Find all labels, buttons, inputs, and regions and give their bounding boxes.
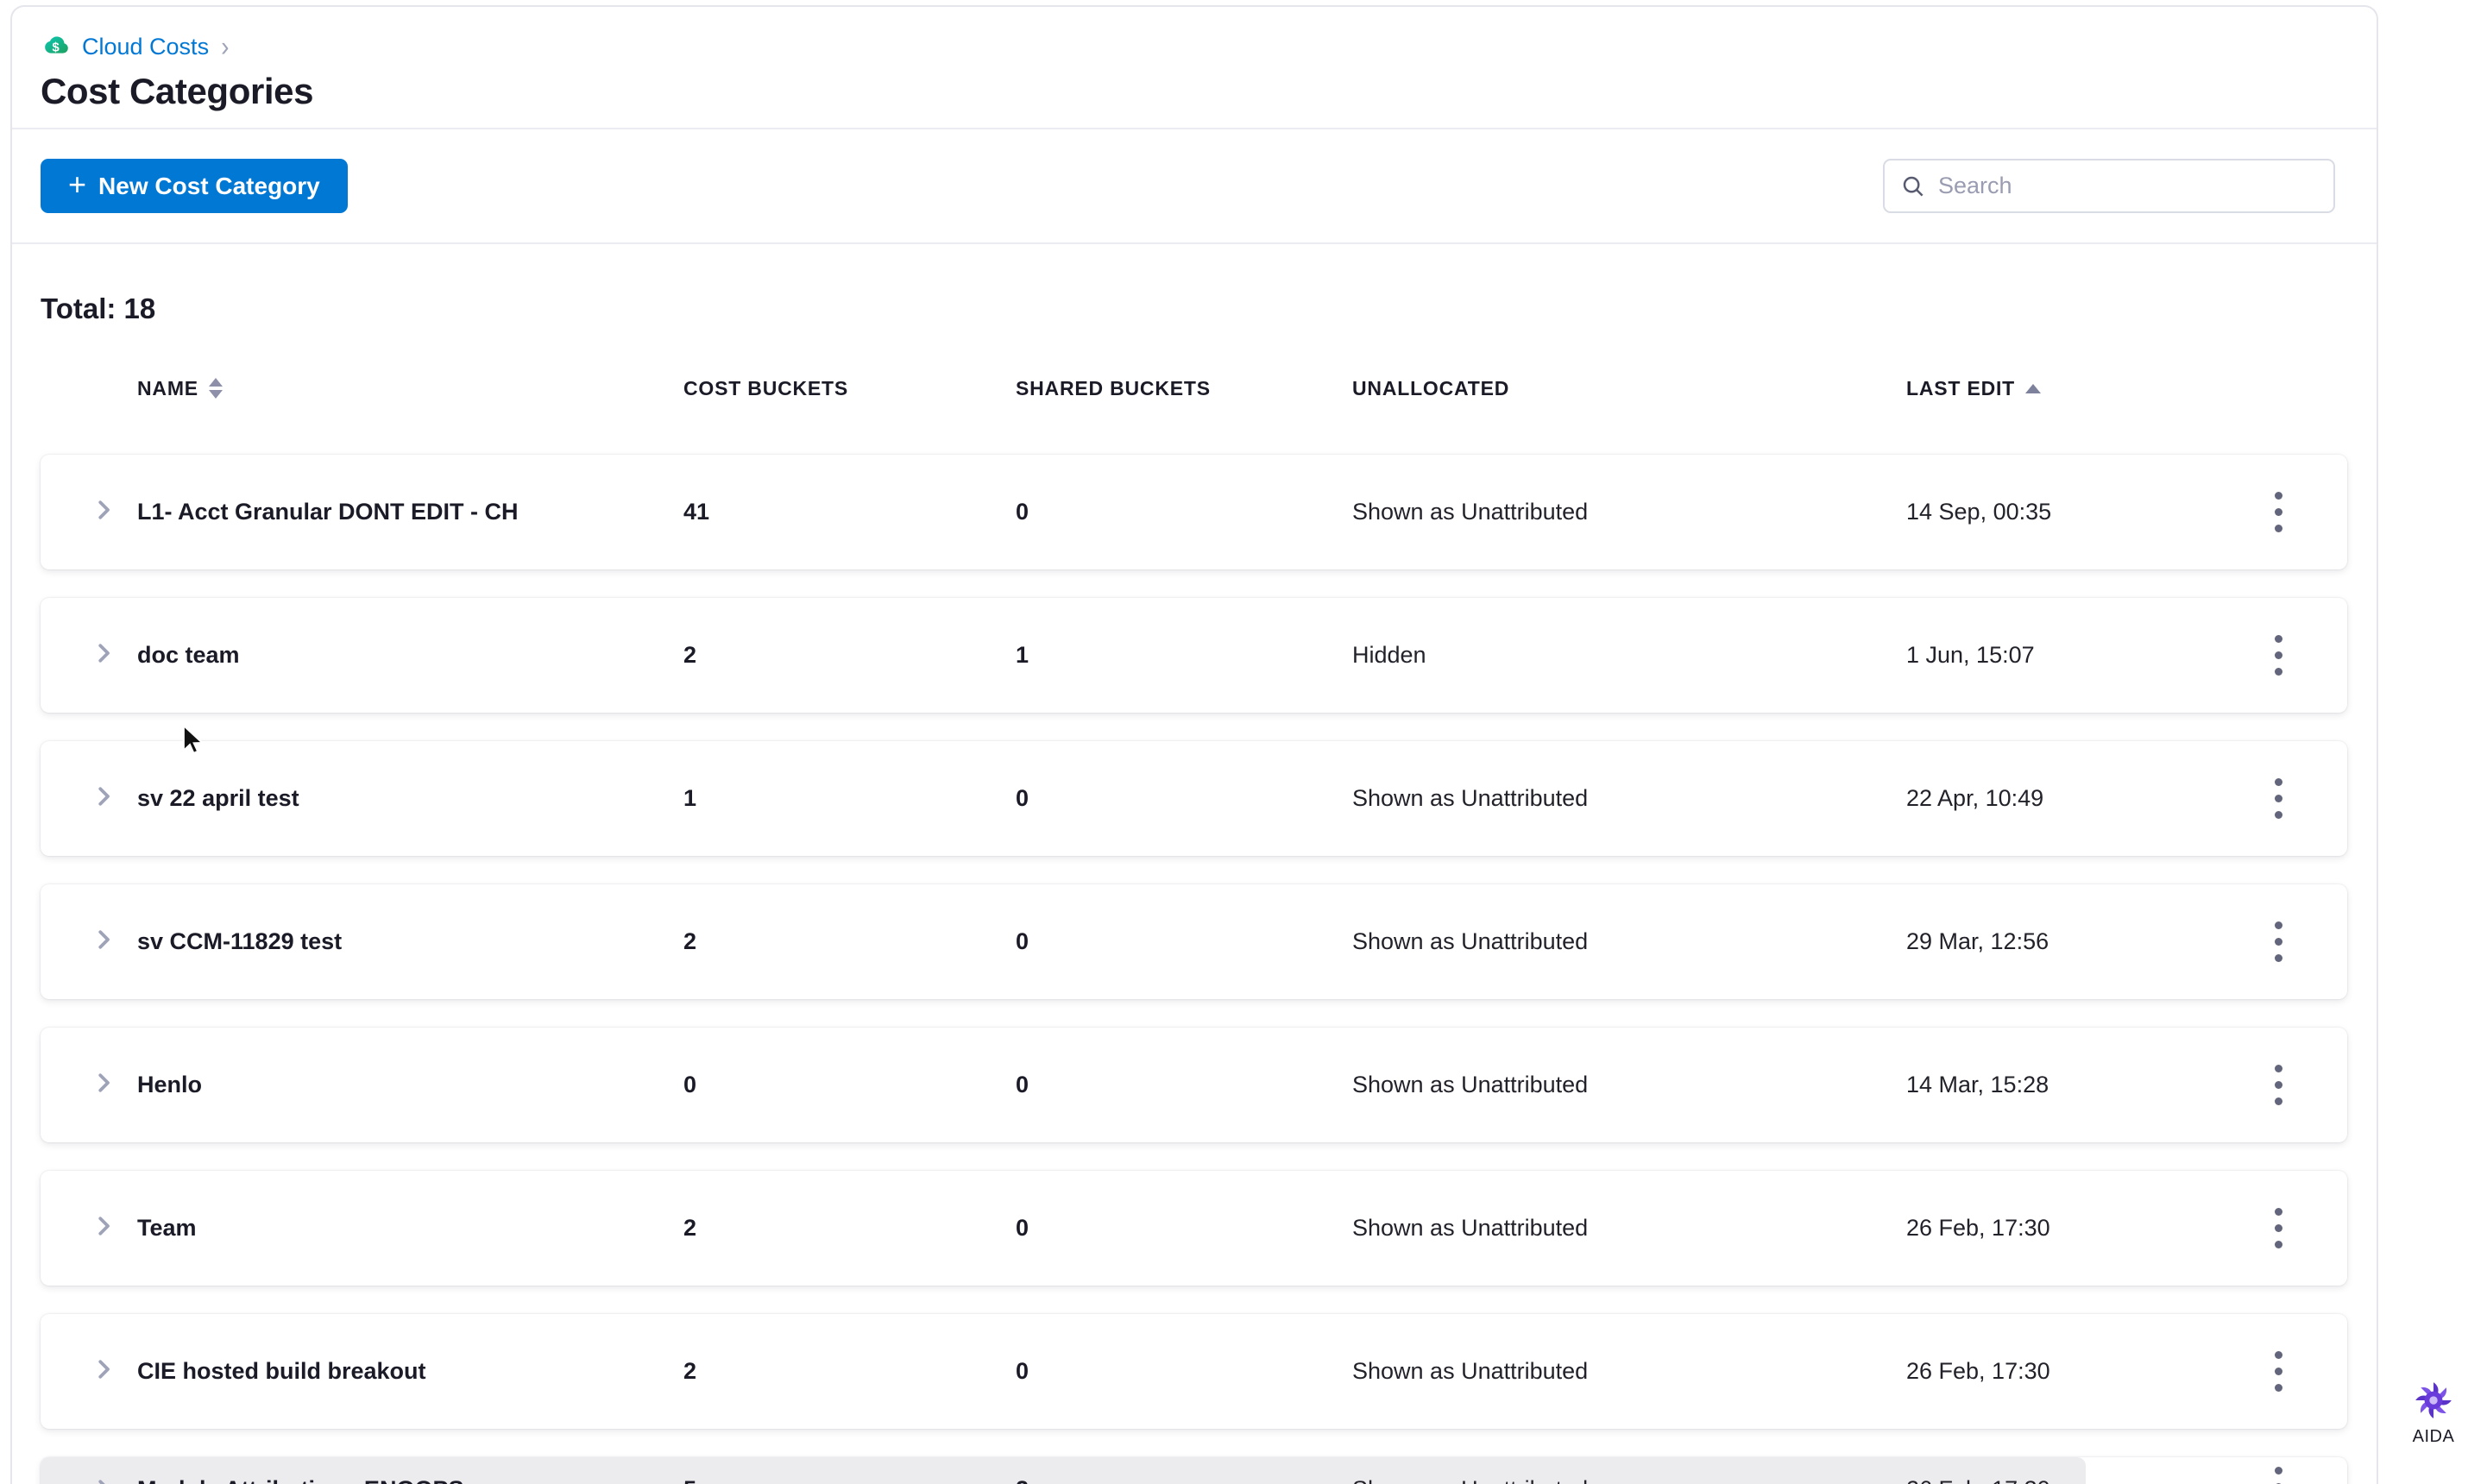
cost-category-list: L1- Acct Granular DONT EDIT - CH 41 0 Sh… (41, 455, 2347, 1484)
cloud-dollar-icon: $ (41, 31, 72, 62)
total-label: Total: (41, 292, 116, 324)
chevron-right-icon[interactable] (91, 1070, 116, 1100)
column-header-cost-buckets[interactable]: COST BUCKETS (683, 377, 1016, 400)
row-name: Module Attribution - ENGOPS (137, 1476, 683, 1484)
table-header-row: NAME COST BUCKETS SHARED BUCKETS UNALLOC… (41, 374, 2347, 403)
search-box[interactable] (1883, 159, 2335, 213)
row-name: CIE hosted build breakout (137, 1358, 426, 1384)
search-icon (1900, 173, 1926, 199)
row-unallocated: Shown as Unattributed (1352, 499, 1589, 525)
row-cost-buckets: 2 (683, 642, 697, 668)
row-name: L1- Acct Granular DONT EDIT - CH (137, 499, 519, 525)
row-cost-buckets: 5 (683, 1476, 1016, 1484)
row-last-edit: 29 Mar, 12:56 (1906, 928, 2049, 954)
row-name: Team (137, 1215, 197, 1241)
row-cost-buckets: 41 (683, 499, 710, 525)
row-shared-buckets: 0 (1016, 1072, 1029, 1097)
table-row[interactable]: Team 2 0 Shown as Unattributed 26 Feb, 1… (41, 1171, 2347, 1286)
row-name: sv 22 april test (137, 785, 299, 811)
row-unallocated: Shown as Unattributed (1352, 1215, 1589, 1241)
chevron-right-icon[interactable] (91, 927, 116, 957)
total-count: Total: 18 (41, 292, 2377, 325)
row-unallocated: Shown as Unattributed (1352, 1358, 1589, 1384)
row-unallocated: Shown as Unattributed (1352, 928, 1589, 954)
row-cost-buckets: 2 (683, 1358, 697, 1384)
row-shared-buckets: 2 (1016, 1476, 1352, 1484)
row-cost-buckets: 2 (683, 928, 697, 954)
column-header-name[interactable]: NAME (137, 377, 683, 400)
row-last-edit: 26 Feb, 17:30 (1906, 1476, 2235, 1484)
sort-both-icon[interactable] (208, 378, 223, 399)
row-name: sv CCM-11829 test (137, 928, 343, 954)
plus-icon: + (68, 166, 87, 202)
column-header-last-edit[interactable]: LAST EDIT (1906, 377, 2235, 400)
table-row[interactable]: Module Attribution - ENGOPS 5 2 Shown as… (41, 1457, 2347, 1484)
kebab-menu-icon[interactable] (2256, 1461, 2301, 1484)
table-row[interactable]: L1- Acct Granular DONT EDIT - CH 41 0 Sh… (41, 455, 2347, 569)
kebab-menu-icon[interactable] (2256, 1337, 2301, 1406)
kebab-menu-icon[interactable] (2256, 908, 2301, 977)
column-header-shared-buckets[interactable]: SHARED BUCKETS (1016, 377, 1352, 400)
row-last-edit: 14 Sep, 00:35 (1906, 499, 2052, 525)
table-row[interactable]: doc team 2 1 Hidden 1 Jun, 15:07 (41, 598, 2347, 713)
row-last-edit: 1 Jun, 15:07 (1906, 642, 2035, 668)
row-shared-buckets: 0 (1016, 499, 1029, 525)
table-row[interactable]: Henlo 0 0 Shown as Unattributed 14 Mar, … (41, 1028, 2347, 1142)
kebab-menu-icon[interactable] (2256, 621, 2301, 690)
row-unallocated: Shown as Unattributed (1352, 785, 1589, 811)
search-input[interactable] (1938, 173, 2318, 199)
row-unallocated: Shown as Unattributed (1352, 1072, 1589, 1097)
row-unallocated: Shown as Unattributed (1352, 1476, 1906, 1484)
chevron-right-icon[interactable] (91, 1476, 116, 1484)
row-shared-buckets: 1 (1016, 642, 1029, 668)
row-unallocated: Hidden (1352, 642, 1426, 668)
row-last-edit: 14 Mar, 15:28 (1906, 1072, 2049, 1097)
kebab-menu-icon[interactable] (2256, 764, 2301, 833)
aida-flower-icon (2412, 1379, 2455, 1422)
aida-label: AIDA (2412, 1427, 2455, 1446)
main-content-card: $ Cloud Costs › Cost Categories + New Co… (10, 5, 2378, 1484)
row-shared-buckets: 0 (1016, 1215, 1029, 1241)
table-row[interactable]: sv 22 april test 1 0 Shown as Unattribut… (41, 741, 2347, 856)
table-row[interactable]: CIE hosted build breakout 2 0 Shown as U… (41, 1314, 2347, 1429)
row-shared-buckets: 0 (1016, 928, 1029, 954)
column-header-unallocated[interactable]: UNALLOCATED (1352, 377, 1906, 400)
row-last-edit: 26 Feb, 17:30 (1906, 1215, 2050, 1241)
sort-ascending-icon[interactable] (2025, 383, 2042, 393)
new-cost-category-button-label: New Cost Category (98, 172, 320, 199)
breadcrumb-separator-icon: › (221, 30, 230, 62)
svg-text:$: $ (52, 41, 60, 55)
page-title: Cost Categories (41, 71, 314, 111)
toolbar: + New Cost Category (12, 129, 2377, 242)
aida-assistant-widget[interactable]: AIDA (2401, 1379, 2466, 1447)
kebab-menu-icon[interactable] (2256, 1194, 2301, 1263)
chevron-right-icon[interactable] (91, 497, 116, 527)
row-name: doc team (137, 642, 240, 668)
kebab-menu-icon[interactable] (2256, 1051, 2301, 1120)
chevron-right-icon[interactable] (91, 640, 116, 670)
row-shared-buckets: 0 (1016, 1358, 1029, 1384)
row-cost-buckets: 0 (683, 1072, 697, 1097)
cost-categories-page: $ Cloud Costs › Cost Categories + New Co… (0, 0, 2487, 1484)
row-name: Henlo (137, 1072, 203, 1097)
row-last-edit: 22 Apr, 10:49 (1906, 785, 2044, 811)
page-body: Total: 18 NAME COST BUCKETS SHARED BUCKE… (12, 244, 2377, 1484)
kebab-menu-icon[interactable] (2256, 478, 2301, 547)
row-shared-buckets: 0 (1016, 785, 1029, 811)
chevron-right-icon[interactable] (91, 1356, 116, 1387)
breadcrumb: $ Cloud Costs › (41, 31, 2342, 62)
row-cost-buckets: 2 (683, 1215, 697, 1241)
new-cost-category-button[interactable]: + New Cost Category (41, 159, 348, 213)
page-header: $ Cloud Costs › Cost Categories (12, 7, 2377, 128)
row-cost-buckets: 1 (683, 785, 697, 811)
row-last-edit: 26 Feb, 17:30 (1906, 1358, 2050, 1384)
table-row[interactable]: sv CCM-11829 test 2 0 Shown as Unattribu… (41, 884, 2347, 999)
chevron-right-icon[interactable] (91, 783, 116, 814)
chevron-right-icon[interactable] (91, 1213, 116, 1243)
breadcrumb-link-cloud-costs[interactable]: Cloud Costs (82, 34, 209, 60)
total-value: 18 (123, 292, 156, 324)
